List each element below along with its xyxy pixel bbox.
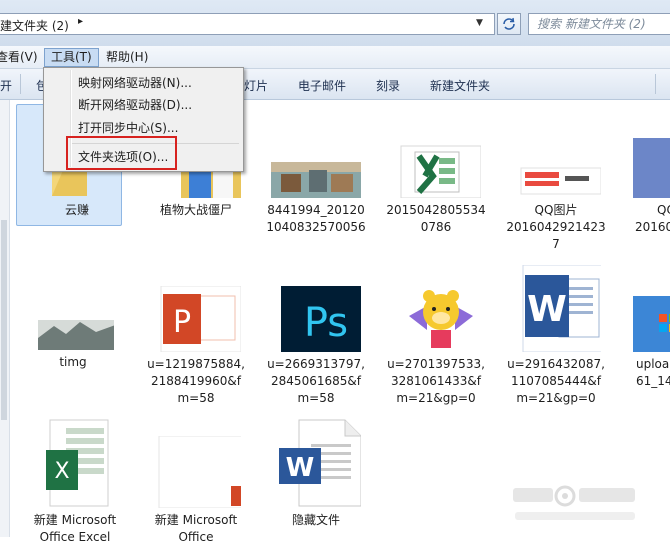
file-name-line: m=58 — [297, 391, 335, 405]
toolbar-open-button[interactable]: 开 — [0, 77, 12, 94]
file-name-line: 7 — [552, 237, 560, 251]
menu-item-map-network-drive[interactable]: 映射网络驱动器(N)... — [78, 74, 192, 91]
image-thumbnail — [24, 280, 118, 350]
scrollbar-thumb[interactable] — [1, 220, 7, 420]
path-separator-icon[interactable]: ▸ — [78, 16, 83, 27]
bear-thumbnail — [391, 286, 491, 352]
file-name-line: 61_14 — [636, 374, 670, 388]
file-name: 隐藏文件 — [291, 513, 340, 527]
windows-thumbnail — [633, 286, 670, 352]
file-name-line: 新建 Microsoft — [33, 513, 117, 527]
address-field[interactable]: 建文件夹 (2) ▸ ▼ — [0, 13, 495, 35]
chevron-down-icon[interactable]: ▼ — [476, 18, 483, 28]
powerpoint-doc-icon — [151, 435, 252, 509]
file-name-line: uploa — [636, 357, 670, 371]
file-name-line: m=21&gp=0 — [396, 391, 476, 405]
menu-item-disconnect-network-drive[interactable]: 断开网络驱动器(D)... — [78, 96, 192, 113]
address-bar-area: 建文件夹 (2) ▸ ▼ — [0, 0, 670, 48]
file-name-line: m=21&gp=0 — [516, 391, 596, 405]
image-thumbnail — [271, 108, 361, 198]
file-name-line: 2188419960&f — [151, 374, 241, 388]
file-name-line: 2845061685&f — [271, 374, 361, 388]
file-name: 云赚 — [64, 203, 89, 217]
excel-icon — [391, 108, 482, 199]
image-thumbnail — [511, 108, 602, 198]
file-name-line: 2016042921423 — [506, 220, 606, 234]
watermark-logo — [505, 478, 645, 528]
toolbar-divider — [20, 74, 21, 94]
file-name-line: m=58 — [177, 391, 215, 405]
search-input[interactable] — [535, 16, 669, 32]
file-name-line: 8441994_20120 — [267, 203, 365, 217]
file-name-line: Office Excel — [39, 530, 111, 544]
word-icon: W — [511, 264, 612, 353]
powerpoint-icon: P — [151, 285, 242, 353]
menu-bar: 查看(V) 工具(T) 帮助(H) — [0, 46, 670, 69]
word-letter: W — [286, 453, 315, 483]
file-item-u2669313797[interactable]: Ps u=2669313797, 2845061685&f m=58 — [261, 286, 371, 407]
file-item-u2916432087[interactable]: W u=2916432087, 1107085444&f m=21&gp=0 — [501, 264, 612, 407]
file-name-line: u=1219875884, — [147, 357, 245, 371]
file-name-line: 新建 Microsoft — [154, 513, 238, 527]
file-name-line: 1040832570056 — [266, 220, 366, 234]
refresh-button[interactable] — [497, 13, 521, 35]
menu-tools[interactable]: 工具(T) — [44, 48, 99, 67]
file-name-line: QQ — [657, 203, 670, 217]
excel-doc-icon: X — [30, 418, 120, 508]
word-letter: W — [527, 289, 567, 330]
excel-letter: X — [54, 459, 69, 484]
toolbar-new-folder-button[interactable]: 新建文件夹 — [430, 77, 490, 94]
file-item-hidden-doc[interactable]: W 隐藏文件 — [261, 418, 371, 529]
file-item-timg[interactable]: timg — [14, 280, 124, 371]
file-name-line: u=2701397533, — [387, 357, 485, 371]
file-item-new-excel[interactable]: X 新建 Microsoft Office Excel — [20, 418, 130, 546]
file-item-qq-2[interactable]: QQ 20160 — [621, 108, 670, 236]
file-item-qq-1[interactable]: QQ图片 2016042921423 7 — [501, 108, 611, 253]
word-doc-icon: W — [271, 418, 362, 508]
file-name-line: Office — [178, 530, 214, 544]
file-item-upload[interactable]: uploa 61_14 — [621, 286, 670, 390]
toolbar-divider — [655, 74, 656, 94]
address-path[interactable]: 建文件夹 (2) — [0, 17, 69, 34]
navigation-pane-edge[interactable] — [0, 100, 10, 537]
file-name-line: 1107085444&f — [511, 374, 601, 388]
photoshop-icon: Ps — [271, 286, 371, 352]
annotation-highlight-box — [66, 136, 177, 170]
menu-help[interactable]: 帮助(H) — [100, 49, 154, 66]
toolbar-slideshow-button[interactable]: 灯片 — [244, 77, 268, 94]
search-field[interactable] — [528, 13, 670, 35]
image-thumbnail — [633, 108, 670, 198]
menu-view[interactable]: 查看(V) — [0, 49, 44, 66]
toolbar-burn-button[interactable]: 刻录 — [376, 77, 400, 94]
toolbar-email-button[interactable]: 电子邮件 — [298, 77, 346, 94]
file-name-line: u=2916432087, — [507, 357, 605, 371]
file-name-line: 3281061433&f — [391, 374, 481, 388]
ps-letters: Ps — [304, 300, 348, 346]
ppt-letter: P — [173, 305, 191, 340]
file-name-line: 2015042805534 — [386, 203, 486, 217]
file-item-u1219875884[interactable]: P u=1219875884, 2188419960&f m=58 — [141, 285, 251, 407]
file-name-line: u=2669313797, — [267, 357, 365, 371]
file-item-new-ppt[interactable]: 新建 Microsoft Office — [141, 435, 252, 546]
file-name-line: 20160 — [635, 220, 670, 234]
refresh-icon — [503, 17, 515, 30]
file-name-line: QQ图片 — [534, 203, 578, 217]
file-item-8441994[interactable]: 8441994_20120 1040832570056 — [261, 108, 371, 236]
menu-item-open-sync-center[interactable]: 打开同步中心(S)... — [78, 119, 178, 136]
file-name: 植物大战僵尸 — [159, 203, 232, 217]
file-item-u2701397533[interactable]: u=2701397533, 3281061433&f m=21&gp=0 — [381, 286, 491, 407]
file-name-line: 0786 — [420, 220, 452, 234]
file-item-20150428[interactable]: 2015042805534 0786 — [381, 108, 491, 236]
file-name: timg — [59, 355, 87, 369]
